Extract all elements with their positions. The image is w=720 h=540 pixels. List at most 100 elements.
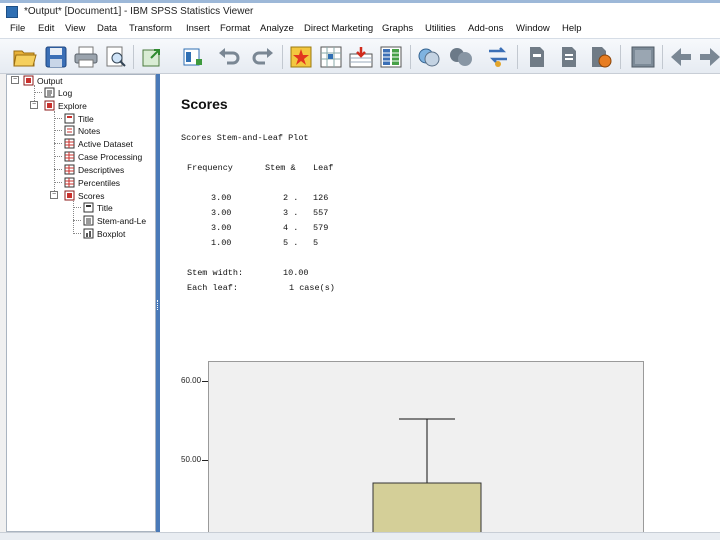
row-leaf: 579 <box>313 223 329 233</box>
row-leaf: 5 <box>313 238 319 248</box>
tree-item-explore[interactable]: Explore <box>44 99 87 112</box>
menu-window[interactable]: Window <box>516 23 550 34</box>
toolbar <box>0 38 720 74</box>
each-leaf-label: Each leaf: <box>187 283 239 293</box>
menu-utilities[interactable]: Utilities <box>425 23 456 34</box>
undo-icon[interactable] <box>216 44 242 70</box>
open-icon[interactable] <box>12 44 38 70</box>
col-header-leaf: Leaf <box>313 163 334 173</box>
tree-label: Title <box>97 202 113 213</box>
menu-transform[interactable]: Transform <box>129 23 172 34</box>
menu-edit[interactable]: Edit <box>38 23 54 34</box>
box <box>372 482 482 532</box>
menu-direct-marketing[interactable]: Direct Marketing <box>304 23 373 34</box>
print-icon[interactable] <box>73 44 99 70</box>
use-sets-icon[interactable] <box>378 44 404 70</box>
tree-label: Percentiles <box>78 177 121 188</box>
tree-label: Scores <box>78 190 105 201</box>
redo-icon[interactable] <box>250 44 276 70</box>
collapse-output-toggle[interactable]: − <box>11 76 19 84</box>
demote-icon[interactable] <box>524 44 550 70</box>
table-icon <box>64 177 75 188</box>
row-frequency: 3.00 <box>211 193 232 203</box>
title-bar: *Output* [Document1] - IBM SPSS Statisti… <box>0 0 720 22</box>
col-header-stem: Stem & <box>265 163 296 173</box>
table-icon <box>64 164 75 175</box>
row-frequency: 3.00 <box>211 223 232 233</box>
collapse-scores-toggle[interactable]: − <box>50 191 58 199</box>
insert-heading-icon[interactable] <box>556 44 582 70</box>
tree-item-percentiles[interactable]: Percentiles <box>64 176 120 189</box>
tree-item-descriptives[interactable]: Descriptives <box>64 163 124 176</box>
menu-data[interactable]: Data <box>97 23 117 34</box>
title-icon <box>83 202 94 213</box>
each-leaf-value: 1 case(s) <box>289 283 335 293</box>
y-tick-label: 60.00 <box>181 376 202 385</box>
title-icon <box>64 113 75 124</box>
text-output-icon <box>83 215 94 226</box>
window-title: *Output* [Document1] - IBM SPSS Statisti… <box>24 6 254 17</box>
book-icon <box>64 190 75 201</box>
tree-item-case-processing[interactable]: Case Processing <box>64 150 142 163</box>
stem-leaf-title: Scores Stem-and-Leaf Plot <box>181 133 309 143</box>
designate-window-icon[interactable] <box>448 44 474 70</box>
forward-icon[interactable] <box>697 44 720 70</box>
goto-case-icon[interactable] <box>288 44 314 70</box>
output-content-pane: Scores Scores Stem-and-Leaf Plot Frequen… <box>160 74 720 532</box>
row-frequency: 1.00 <box>211 238 232 248</box>
menu-insert[interactable]: Insert <box>186 23 210 34</box>
table-icon <box>64 151 75 162</box>
outline-pane: − − − Output Log Explore Title Notes Act… <box>6 74 156 532</box>
variables-icon[interactable] <box>348 44 374 70</box>
menu-add-ons[interactable]: Add-ons <box>468 23 503 34</box>
boxplot-chart[interactable] <box>208 361 644 532</box>
tree-label: Boxplot <box>97 228 126 239</box>
tree-label: Explore <box>58 100 87 111</box>
export-icon[interactable] <box>140 44 166 70</box>
log-icon <box>44 87 55 98</box>
table-icon <box>64 138 75 149</box>
output-book-icon <box>23 75 34 86</box>
notes-icon <box>64 125 75 136</box>
row-stem: 4 . <box>283 223 299 233</box>
show-all-variables-icon[interactable] <box>416 44 442 70</box>
save-icon[interactable] <box>43 44 69 70</box>
row-leaf: 126 <box>313 193 329 203</box>
recall-dialog-icon[interactable] <box>180 44 206 70</box>
tree-label: Log <box>58 87 73 98</box>
menu-file[interactable]: File <box>10 23 25 34</box>
tree-label: Notes <box>78 125 101 136</box>
stem-width-value: 10.00 <box>283 268 309 278</box>
stem-width-label: Stem width: <box>187 268 244 278</box>
print-preview-icon[interactable] <box>103 44 129 70</box>
menu-help[interactable]: Help <box>562 23 582 34</box>
row-frequency: 3.00 <box>211 208 232 218</box>
tree-item-log[interactable]: Log <box>44 86 72 99</box>
tree-label: Stem-and-Le <box>97 215 147 226</box>
tree-item-notes[interactable]: Notes <box>64 124 100 137</box>
menu-format[interactable]: Format <box>220 23 250 34</box>
back-icon[interactable] <box>668 44 694 70</box>
tree-label: Title <box>78 113 94 124</box>
insert-title-icon[interactable] <box>588 44 614 70</box>
collapse-explore-toggle[interactable]: − <box>30 101 38 109</box>
tree-item-stem-and-leaf[interactable]: Stem-and-Le <box>83 214 146 227</box>
row-stem: 5 . <box>283 238 299 248</box>
tree-item-active-dataset[interactable]: Active Dataset <box>64 137 133 150</box>
goto-variable-icon[interactable] <box>318 44 344 70</box>
boxplot-canvas <box>372 418 482 532</box>
menu-bar: File Edit View Data Transform Insert For… <box>0 22 720 38</box>
spss-app-icon <box>6 6 18 18</box>
procedure-book-icon <box>44 100 55 111</box>
row-stem: 2 . <box>283 193 299 203</box>
tree-label: Active Dataset <box>78 138 133 149</box>
hide-icon[interactable] <box>630 44 656 70</box>
tree-item-scores-title[interactable]: Title <box>83 201 113 214</box>
tree-item-boxplot[interactable]: Boxplot <box>83 227 125 240</box>
promote-icon[interactable] <box>485 44 511 70</box>
tree-label: Descriptives <box>78 164 125 175</box>
menu-analyze[interactable]: Analyze <box>260 23 294 34</box>
menu-graphs[interactable]: Graphs <box>382 23 413 34</box>
row-stem: 3 . <box>283 208 299 218</box>
menu-view[interactable]: View <box>65 23 85 34</box>
